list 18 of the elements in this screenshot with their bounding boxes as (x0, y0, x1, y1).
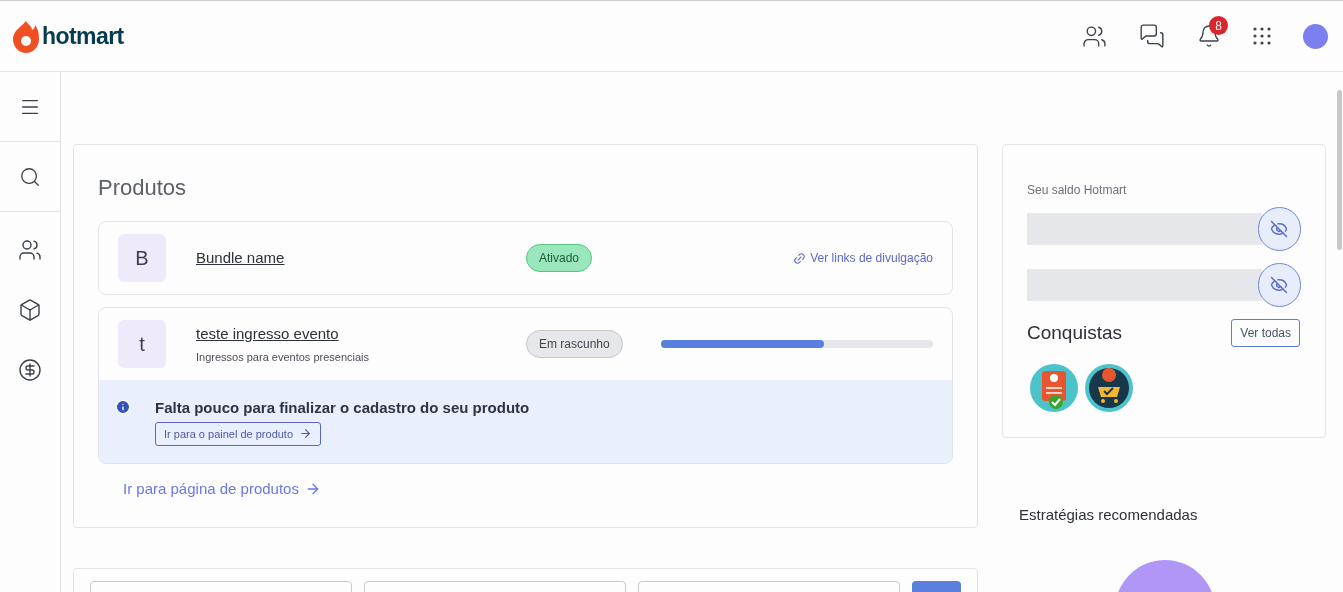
view-all-button[interactable]: Ver todas (1231, 319, 1300, 348)
product-initial: B (118, 234, 166, 282)
product-subtitle: Ingressos para eventos presenciais (196, 349, 371, 365)
notification-count: 8 (1209, 16, 1228, 35)
notice-text: Falta pouco para finalizar o cadastro do seu produto (155, 398, 530, 418)
product-panel-button[interactable]: Ir para o painel de produto (155, 421, 322, 446)
product-initial: t (118, 320, 166, 368)
balance-label: Seu saldo Hotmart (1027, 182, 1128, 199)
share-links-link[interactable]: Ver links de divulgação (793, 249, 933, 267)
logo-wordmark: hotmart (42, 21, 124, 51)
strategies-title: Estratégias recomendadas (1019, 504, 1199, 525)
product-name-link[interactable]: teste ingresso evento (196, 323, 526, 346)
product-name-link[interactable]: Bundle name (196, 246, 526, 270)
achievements-title: Conquistas (1027, 321, 1123, 345)
products-title: Produtos (98, 174, 188, 202)
status-tag: Ativado (526, 244, 593, 272)
products-page-link[interactable]: Ir para página de produtos (123, 478, 953, 501)
status-tag: Em rascunho (526, 330, 623, 358)
